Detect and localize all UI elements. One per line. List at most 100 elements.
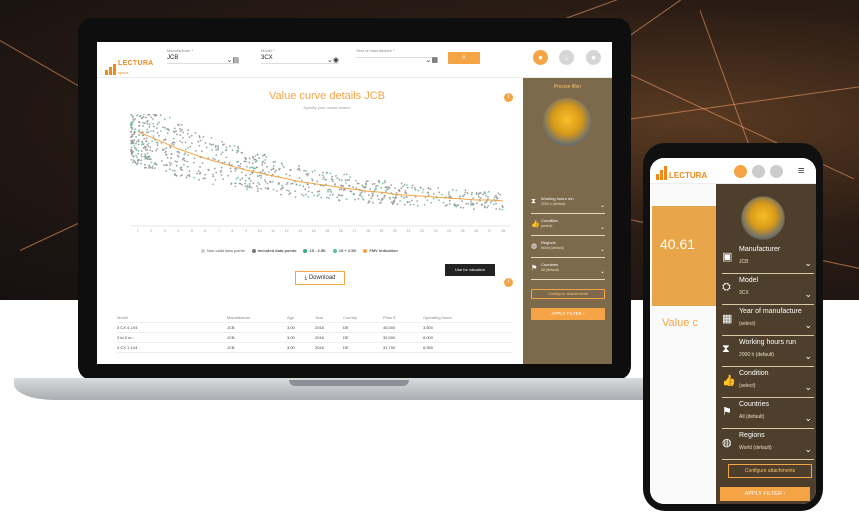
filter-working-hours-run[interactable]: ⧗ Working hours run 2000 h (default) ⌄ [531,196,605,214]
data-point [197,170,200,173]
data-point [217,148,219,151]
data-point [148,155,151,158]
data-point [383,196,385,199]
filter-regions[interactable]: ◍ Regions World (default) ⌄ [531,240,605,258]
info-icon[interactable]: i [504,93,513,102]
data-point [288,193,291,195]
data-point [132,118,135,121]
apply-filter-button[interactable]: APPLY FILTER › [720,487,810,501]
table-cell: JCB [227,325,235,330]
x-tick-label: 6 [204,229,206,233]
data-point [432,197,435,200]
use-for-valuation-button[interactable]: Use for valuation [445,264,495,276]
filter-working-hours-run[interactable]: ⧗ Working hours run 2000 h (default) ⌄ [722,337,814,367]
filter-countries[interactable]: ⚑ Countries All (default) ⌄ [531,262,605,280]
filter-manufacturer[interactable]: ▣ Manufacturer JCB ⌄ [722,244,814,274]
data-point [171,169,174,172]
year-select[interactable]: Year of manufacture * ⌄▦ [356,48,438,70]
table-row[interactable]: 3 to 5 m... JCB 3,00 2016 DE 32,000 8,000 [117,333,512,343]
filter-condition[interactable]: 👍 Condition (select) ⌄ [722,368,814,398]
data-point [368,200,370,202]
data-point [376,184,379,187]
data-point [345,173,348,176]
filter-regions[interactable]: ◍ Regions World (default) ⌄ [722,430,814,460]
hamburger-menu-icon[interactable]: ≡ [798,166,804,177]
data-point [362,198,365,201]
data-point [185,176,188,179]
data-point [475,191,478,194]
data-point [448,199,451,202]
filter-countries[interactable]: ⚑ Countries All (default) ⌄ [722,399,814,429]
data-point [426,199,429,202]
table-cell: 6,950 [423,345,434,350]
download-button[interactable]: ⤓ Download [295,271,345,285]
data-point [371,195,374,198]
account-icon[interactable] [770,165,783,178]
apply-filter-button[interactable]: APPLY FILTER › [531,308,605,320]
table-row[interactable]: 3 CX 1 1X4 JCB 3,00 2016 DE 31,700 6,950 [117,343,512,353]
data-point [212,157,214,160]
data-point [270,168,273,171]
search-button[interactable]: ⌕ [448,52,480,64]
filter-model[interactable]: ⛭ Model 3CX ⌄ [722,275,814,305]
data-point [471,203,474,206]
data-point [172,137,175,140]
filter-condition[interactable]: 👍 Condition (select) ⌄ [531,218,605,236]
data-point [190,134,193,137]
data-point [340,188,343,191]
manufacturer-select[interactable]: Manufacturer * JCB ⌄▤ [167,48,239,70]
download-icon[interactable]: ↓ [559,50,574,65]
data-point [482,193,485,196]
data-point [159,130,162,132]
table-row[interactable]: 3 CX 4 1X4 JCB 3,00 2018 DE 45,000 3,500 [117,323,512,333]
download-icon[interactable] [752,165,765,178]
data-point [266,182,269,185]
phone-header: LECTURA ≡ [650,158,816,184]
info-icon[interactable]: i [504,278,513,287]
user-icon[interactable] [734,165,747,178]
data-point [145,149,147,151]
data-point [338,194,340,197]
filter-year-of-manufacture[interactable]: ▦ Year of manufacture (select) ⌄ [722,306,814,336]
account-icon[interactable]: ● [586,50,601,65]
data-point [143,166,146,169]
data-point [151,167,154,170]
data-point [143,114,145,115]
data-point [308,186,310,189]
data-point [257,181,259,184]
flag-icon: ⚑ [531,265,538,272]
data-point [241,177,244,180]
x-tick-label: 10 [258,229,262,233]
data-point [305,170,308,173]
data-point [180,168,182,171]
data-point [402,196,405,199]
data-point [256,190,259,192]
data-point [145,137,148,140]
data-point [131,140,133,142]
lectura-logo[interactable]: LECTURA specs [105,52,154,75]
data-point [343,188,346,191]
data-point [140,162,142,165]
data-point [178,151,181,154]
data-point [368,194,370,196]
data-point [360,194,362,197]
data-point [307,172,309,175]
data-point [138,129,140,132]
model-select[interactable]: Model * 3CX ⌄◉ [261,48,339,70]
data-point [414,187,416,189]
filter-value: 2000 h (default) [739,352,775,358]
data-point [235,168,238,170]
data-point [256,153,259,156]
lectura-logo[interactable]: LECTURA [656,166,707,180]
configure-attachments-button[interactable]: Configure attachments [531,289,605,299]
user-icon[interactable]: ● [533,50,548,65]
configure-attachments-button[interactable]: Configure attachments [728,464,812,478]
data-point [193,176,196,179]
data-point [459,195,461,197]
data-point [244,179,247,182]
filter-value: 3CX [739,290,749,296]
table-cell: 8,000 [423,335,434,340]
data-point [179,140,182,142]
data-point [174,160,177,163]
data-point [338,199,340,202]
